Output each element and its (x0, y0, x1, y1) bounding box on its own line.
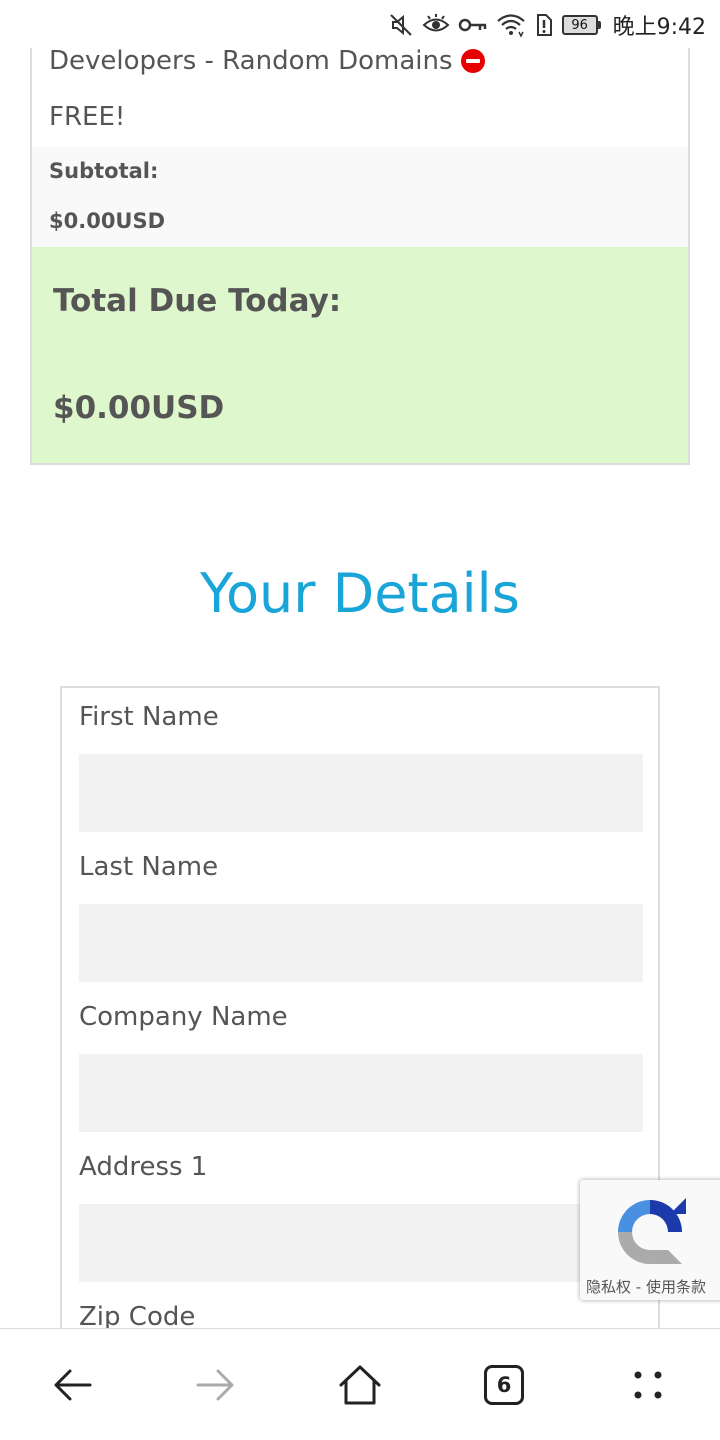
status-time: 晚上9:42 (612, 15, 706, 40)
recaptcha-badge[interactable]: 隐私权 - 使用条款 (580, 1180, 720, 1300)
first-name-label: First Name (79, 702, 219, 732)
recaptcha-links[interactable]: 隐私权 - 使用条款 (586, 1276, 706, 1297)
subtotal-value: $0.00USD (49, 209, 166, 233)
subtotal-label: Subtotal: (49, 159, 159, 183)
status-icons: 96 晚上9:42 (388, 10, 706, 40)
status-bar: 96 晚上9:42 (0, 0, 720, 48)
key-icon (458, 18, 486, 32)
home-icon (339, 1365, 381, 1405)
recaptcha-logo-icon (618, 1198, 686, 1264)
details-form: First Name Last Name Company Name Addres… (60, 686, 660, 1386)
address-1-label: Address 1 (79, 1152, 208, 1182)
order-summary: Developers - Random Domains FREE! Subtot… (30, 0, 690, 465)
battery-level: 96 (571, 17, 588, 33)
eye-icon (422, 14, 450, 32)
your-details-title: Your Details (200, 562, 520, 625)
back-button[interactable] (42, 1355, 102, 1415)
back-arrow-icon (54, 1369, 92, 1401)
alert-icon (536, 14, 552, 36)
forward-button[interactable] (186, 1355, 246, 1415)
total-due-label: Total Due Today: (53, 283, 342, 319)
address-1-input[interactable] (79, 1204, 643, 1282)
home-button[interactable] (330, 1355, 390, 1415)
total-due-value: $0.00USD (53, 390, 225, 426)
tabs-button[interactable]: 6 (474, 1355, 534, 1415)
last-name-label: Last Name (79, 852, 219, 882)
product-price: FREE! (49, 102, 126, 132)
mute-icon (389, 14, 412, 36)
wifi-icon (496, 14, 525, 38)
subtotal-section: Subtotal: $0.00USD (32, 147, 688, 247)
forward-arrow-icon (196, 1369, 234, 1401)
company-name-label: Company Name (79, 1002, 288, 1032)
total-due-section: Total Due Today: $0.00USD (32, 247, 688, 463)
company-name-input[interactable] (79, 1054, 643, 1132)
product-line: Developers - Random Domains (49, 46, 485, 76)
more-icon (634, 1371, 662, 1399)
remove-item-icon[interactable] (460, 49, 485, 73)
tabs-icon: 6 (484, 1365, 524, 1405)
bottom-nav-bar: 6 (0, 1328, 720, 1440)
last-name-input[interactable] (79, 904, 643, 982)
product-name: Developers - Random Domains (49, 46, 453, 76)
more-button[interactable] (618, 1355, 678, 1415)
tab-count: 6 (496, 1373, 512, 1397)
first-name-input[interactable] (79, 754, 643, 832)
battery-icon: 96 (561, 15, 601, 35)
